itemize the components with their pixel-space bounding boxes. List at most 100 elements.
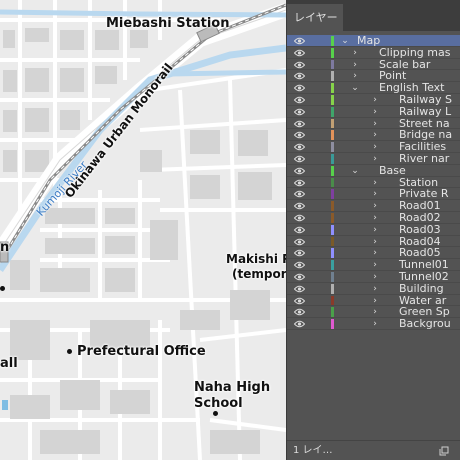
eye-icon[interactable] xyxy=(294,320,305,328)
eye-icon[interactable] xyxy=(294,155,305,163)
layer-color-swatch xyxy=(331,283,334,294)
left-point-marker xyxy=(0,286,5,291)
layer-name: Road03 xyxy=(399,222,441,236)
map-canvas[interactable]: Miebashi Station Okinawa Urban Monorail … xyxy=(0,0,286,460)
eye-icon[interactable] xyxy=(294,167,305,175)
eye-icon[interactable] xyxy=(294,131,305,139)
layer-color-swatch xyxy=(331,189,334,200)
chevron-right-icon[interactable]: › xyxy=(371,224,379,236)
chevron-right-icon[interactable]: › xyxy=(371,153,379,165)
eye-icon[interactable] xyxy=(294,108,305,116)
layer-row[interactable]: › Railway S xyxy=(287,93,460,106)
chevron-right-icon[interactable]: › xyxy=(371,141,379,153)
layer-color-swatch xyxy=(331,236,334,247)
layer-color-swatch xyxy=(331,94,334,105)
chevron-right-icon[interactable]: › xyxy=(371,212,379,224)
layer-name: Base xyxy=(379,163,406,177)
prefectural-office-marker xyxy=(67,349,72,354)
layer-row[interactable]: › River nar xyxy=(287,152,460,165)
layer-name: Backgrou xyxy=(399,317,451,331)
layer-color-swatch xyxy=(331,165,334,176)
layer-color-swatch xyxy=(331,118,334,129)
eye-icon[interactable] xyxy=(294,84,305,92)
eye-icon[interactable] xyxy=(294,61,305,69)
layer-name: Railway L xyxy=(399,104,452,118)
chevron-right-icon[interactable]: › xyxy=(371,118,379,130)
chevron-right-icon[interactable]: › xyxy=(371,283,379,295)
chevron-down-icon[interactable]: ⌄ xyxy=(341,35,349,47)
eye-icon[interactable] xyxy=(294,96,305,104)
eye-icon[interactable] xyxy=(294,143,305,151)
layer-color-swatch xyxy=(331,83,334,94)
layer-color-swatch xyxy=(331,59,334,70)
chevron-right-icon[interactable]: › xyxy=(371,318,379,330)
chevron-right-icon[interactable]: › xyxy=(371,106,379,118)
layer-color-swatch xyxy=(331,201,334,212)
eye-icon[interactable] xyxy=(294,261,305,269)
chevron-right-icon[interactable]: › xyxy=(351,70,359,82)
chevron-down-icon[interactable]: ⌄ xyxy=(351,82,359,94)
eye-icon[interactable] xyxy=(294,297,305,305)
chevron-right-icon[interactable]: › xyxy=(371,259,379,271)
naha-high-marker xyxy=(213,411,218,416)
layer-row[interactable]: › Tunnel02 xyxy=(287,270,460,283)
chevron-right-icon[interactable]: › xyxy=(371,94,379,106)
layers-panel: レイヤー ⌄ Map › Clipping mas › Scale bar › Point ⌄ E… xyxy=(286,0,460,460)
eye-icon[interactable] xyxy=(294,37,305,45)
miebashi-station-label: Miebashi Station xyxy=(106,16,230,31)
eye-icon[interactable] xyxy=(294,49,305,57)
layer-color-swatch xyxy=(331,212,334,223)
chevron-right-icon[interactable]: › xyxy=(371,271,379,283)
eye-icon[interactable] xyxy=(294,308,305,316)
layer-row[interactable]: › Building xyxy=(287,282,460,295)
eye-icon[interactable] xyxy=(294,179,305,187)
layer-row[interactable]: › Clipping mas xyxy=(287,45,460,59)
chevron-right-icon[interactable]: › xyxy=(371,129,379,141)
layer-color-swatch xyxy=(331,130,334,141)
layer-row[interactable]: › Backgrou xyxy=(287,318,460,330)
eye-icon[interactable] xyxy=(294,238,305,246)
chevron-right-icon[interactable]: › xyxy=(371,247,379,259)
chevron-right-icon[interactable]: › xyxy=(371,188,379,200)
tab-layers[interactable]: レイヤー xyxy=(287,4,343,31)
chevron-right-icon[interactable]: › xyxy=(371,200,379,212)
layer-name: Map xyxy=(357,34,381,47)
layer-count-label: 1 レイ… xyxy=(293,445,333,456)
layer-color-swatch xyxy=(331,106,334,117)
new-layer-icon[interactable] xyxy=(439,446,449,456)
chevron-down-icon[interactable]: ⌄ xyxy=(351,165,359,177)
eye-icon[interactable] xyxy=(294,226,305,234)
chevron-right-icon[interactable]: › xyxy=(371,177,379,189)
layer-row[interactable]: › Road02 xyxy=(287,211,460,224)
panel-footer: 1 レイ… xyxy=(287,440,460,460)
layer-row[interactable]: › Railway L xyxy=(287,104,460,118)
eye-icon[interactable] xyxy=(294,120,305,128)
eye-icon[interactable] xyxy=(294,249,305,257)
chevron-right-icon[interactable]: › xyxy=(351,59,359,71)
eye-icon[interactable] xyxy=(294,72,305,80)
chevron-right-icon[interactable]: › xyxy=(371,295,379,307)
layer-row[interactable]: › Road03 xyxy=(287,222,460,236)
chevron-right-icon[interactable]: › xyxy=(371,236,379,248)
layer-list: ⌄ Map › Clipping mas › Scale bar › Point ⌄ Englis… xyxy=(287,35,460,330)
chevron-right-icon[interactable]: › xyxy=(351,47,359,59)
naha-high-label-line2: School xyxy=(194,396,243,411)
layer-color-swatch xyxy=(331,142,334,153)
layer-name: Clipping mas xyxy=(379,45,451,59)
left-cutoff-label-all: all xyxy=(0,356,18,371)
chevron-right-icon[interactable]: › xyxy=(371,306,379,318)
layer-color-swatch xyxy=(331,307,334,318)
layer-row[interactable]: › Scale bar xyxy=(287,58,460,71)
eye-icon[interactable] xyxy=(294,273,305,281)
eye-icon[interactable] xyxy=(294,190,305,198)
layer-color-swatch xyxy=(331,248,334,259)
layer-row[interactable]: ⌄ Base xyxy=(287,163,460,177)
layer-color-swatch xyxy=(331,36,334,46)
layer-color-swatch xyxy=(331,71,334,82)
makishi-label-line2: (tempora xyxy=(232,267,286,281)
layer-color-swatch xyxy=(331,319,334,330)
eye-icon[interactable] xyxy=(294,285,305,293)
eye-icon[interactable] xyxy=(294,214,305,222)
prefectural-office-label: Prefectural Office xyxy=(77,344,206,359)
eye-icon[interactable] xyxy=(294,202,305,210)
